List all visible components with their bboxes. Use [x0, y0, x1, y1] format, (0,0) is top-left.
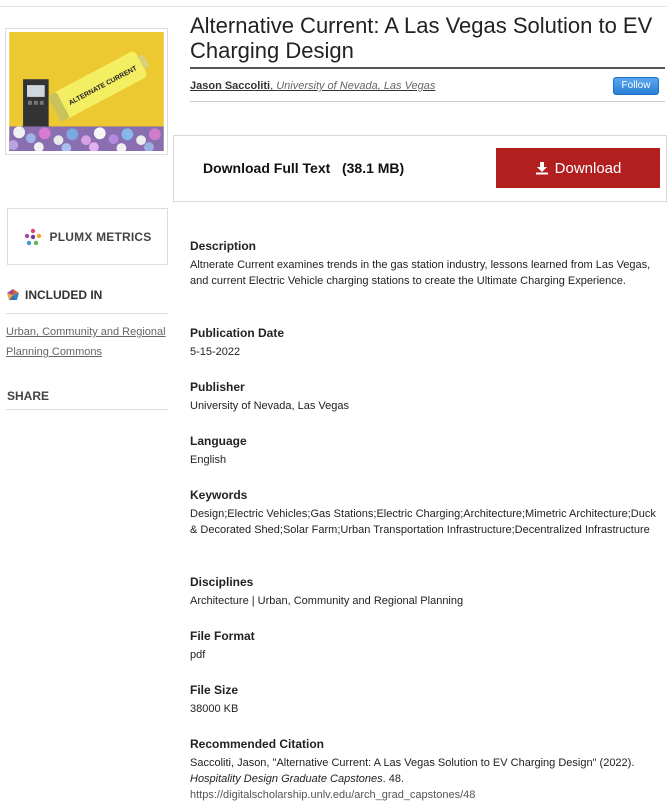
included-in-label: INCLUDED IN: [25, 288, 103, 302]
plumx-metrics-widget[interactable]: PLUMX METRICS: [7, 208, 168, 265]
included-in-heading: INCLUDED IN: [6, 288, 102, 302]
citation-url[interactable]: https://digitalscholarship.unlv.edu/arch…: [190, 789, 475, 801]
file-size-section: File Size 38000 KB: [190, 682, 665, 717]
citation-number: . 48.: [382, 773, 405, 785]
share-divider: [6, 409, 168, 410]
download-icon: [535, 162, 548, 175]
keywords-value: Design;Electric Vehicles;Gas Stations;El…: [190, 508, 656, 536]
citation-heading: Recommended Citation: [190, 737, 325, 751]
citation-series: Hospitality Design Graduate Capstones: [190, 773, 383, 785]
page-title: Alternative Current: A Las Vegas Solutio…: [190, 13, 653, 63]
file-size-value: 38000 KB: [190, 703, 239, 715]
author-name[interactable]: Jason Saccoliti: [190, 80, 270, 92]
download-button-label: Download: [554, 159, 622, 177]
citation-main: Saccoliti, Jason, "Alternative Current: …: [190, 757, 635, 769]
keywords-heading: Keywords: [190, 488, 248, 502]
commons-icon: [7, 289, 19, 300]
included-in-divider: [6, 313, 168, 314]
file-format-value: pdf: [190, 649, 206, 661]
author-divider: [190, 101, 665, 102]
file-size-heading: File Size: [190, 683, 239, 697]
publication-date-heading: Publication Date: [190, 326, 285, 340]
publisher-value: University of Nevada, Las Vegas: [190, 400, 349, 412]
description-section: Description Altnerate Current examines t…: [190, 238, 665, 289]
disciplines-section: Disciplines Architecture | Urban, Commun…: [190, 574, 665, 609]
description-text: Altnerate Current examines trends in the…: [190, 259, 651, 287]
publisher-section: Publisher University of Nevada, Las Vega…: [190, 379, 665, 414]
cover-illustration: ALTERNATE CURRENT: [9, 32, 164, 151]
description-heading: Description: [190, 239, 257, 253]
publication-date-value: 5-15-2022: [190, 346, 241, 358]
publication-date-section: Publication Date 5-15-2022: [190, 325, 665, 360]
cover-image[interactable]: ALTERNATE CURRENT: [5, 28, 168, 155]
author-line[interactable]: Jason Saccoliti, University of Nevada, L…: [190, 80, 435, 92]
plumx-label: PLUMX METRICS: [49, 229, 152, 244]
disciplines-heading: Disciplines: [190, 575, 254, 589]
publisher-heading: Publisher: [190, 380, 245, 394]
download-button[interactable]: Download: [496, 148, 660, 188]
title-divider: [190, 67, 665, 69]
language-section: Language English: [190, 433, 665, 468]
share-heading: SHARE: [7, 389, 50, 403]
download-size: (38.1 MB): [341, 160, 405, 176]
download-label: Download Full Text: [203, 160, 331, 176]
included-in-commons-link[interactable]: Urban, Community and Regional Planning C…: [6, 322, 171, 362]
download-full-text-label: Download Full Text (38.1 MB): [203, 160, 404, 176]
top-divider: [0, 6, 667, 7]
citation-text: Saccoliti, Jason, "Alternative Current: …: [190, 755, 665, 803]
file-format-section: File Format pdf: [190, 628, 665, 663]
language-value: English: [190, 454, 227, 466]
citation-section: Recommended Citation Saccoliti, Jason, "…: [190, 736, 665, 803]
file-format-heading: File Format: [190, 629, 255, 643]
author-affiliation[interactable]: University of Nevada, Las Vegas: [276, 80, 435, 92]
disciplines-value: Architecture | Urban, Community and Regi…: [190, 595, 464, 607]
language-heading: Language: [190, 434, 247, 448]
keywords-section: Keywords Design;Electric Vehicles;Gas St…: [190, 487, 665, 538]
plumx-icon: [24, 228, 41, 245]
follow-button[interactable]: Follow: [613, 77, 659, 95]
